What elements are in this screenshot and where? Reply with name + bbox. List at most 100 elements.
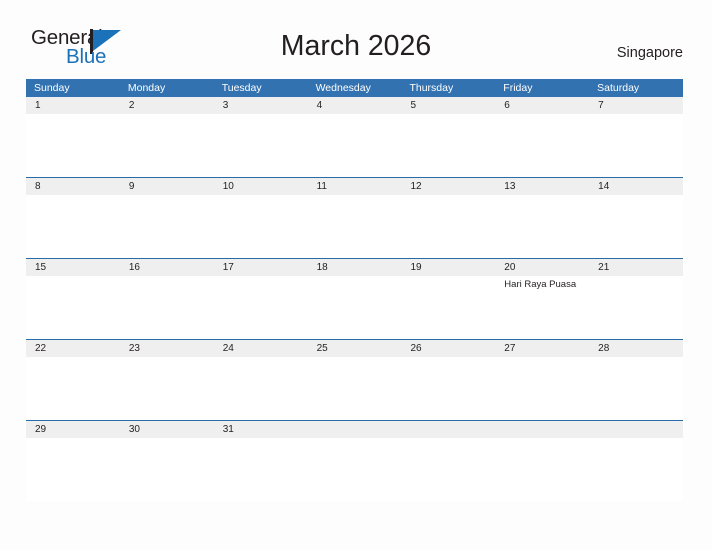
- day-number-empty: [495, 421, 589, 438]
- day-cell-21[interactable]: [589, 276, 684, 339]
- day-event-area: [26, 195, 684, 258]
- day-cell-31[interactable]: [213, 438, 308, 501]
- calendar-week-row: 8 9 10 11 12 13 14: [26, 177, 684, 258]
- calendar-week-row: 15 16 17 18 19 20 21 Hari Raya Puasa: [26, 258, 684, 339]
- day-number-strip: 29 30 31: [26, 421, 683, 438]
- calendar-week-row: 29 30 31: [26, 420, 684, 501]
- day-number-26[interactable]: 26: [401, 340, 495, 357]
- day-cell-18[interactable]: [307, 276, 402, 339]
- day-number-strip: 22 23 24 25 26 27 28: [26, 340, 683, 357]
- day-number-strip: 15 16 17 18 19 20 21: [26, 259, 683, 276]
- day-number-empty: [308, 421, 402, 438]
- day-cell-10[interactable]: [213, 195, 308, 258]
- weekday-header-saturday: Saturday: [597, 82, 640, 94]
- day-cell-8[interactable]: [26, 195, 120, 258]
- day-number-16[interactable]: 16: [120, 259, 214, 276]
- day-cell-empty: [307, 438, 402, 501]
- day-cell-9[interactable]: [119, 195, 214, 258]
- day-number-27[interactable]: 27: [495, 340, 589, 357]
- weekday-header-sunday: Sunday: [34, 82, 70, 94]
- day-number-13[interactable]: 13: [495, 178, 589, 195]
- page-header: General Blue March 2026 Singapore: [0, 0, 712, 78]
- weekday-header-tuesday: Tuesday: [221, 82, 262, 94]
- day-number-9[interactable]: 9: [120, 178, 214, 195]
- day-number-3[interactable]: 3: [214, 97, 308, 114]
- day-number-28[interactable]: 28: [589, 340, 683, 357]
- day-event-area: [26, 114, 684, 177]
- day-number-29[interactable]: 29: [26, 421, 120, 438]
- day-cell-23[interactable]: [119, 357, 214, 420]
- weekday-header-thursday: Thursday: [409, 82, 454, 94]
- day-number-empty: [401, 421, 495, 438]
- day-cell-27[interactable]: [495, 357, 590, 420]
- day-cell-20[interactable]: Hari Raya Puasa: [495, 276, 590, 339]
- day-cell-22[interactable]: [26, 357, 120, 420]
- day-cell-28[interactable]: [589, 357, 684, 420]
- day-number-1[interactable]: 1: [26, 97, 120, 114]
- day-number-31[interactable]: 31: [214, 421, 308, 438]
- day-event-area: [26, 357, 684, 420]
- day-number-21[interactable]: 21: [589, 259, 683, 276]
- day-cell-16[interactable]: [119, 276, 214, 339]
- day-number-18[interactable]: 18: [308, 259, 402, 276]
- day-number-strip: 8 9 10 11 12 13 14: [26, 178, 683, 195]
- calendar-week-row: 1234567: [26, 97, 684, 177]
- day-number-2[interactable]: 2: [120, 97, 214, 114]
- day-number-5[interactable]: 5: [401, 97, 495, 114]
- day-cell-14[interactable]: [589, 195, 684, 258]
- calendar-week-row: 22 23 24 25 26 27 28: [26, 339, 684, 420]
- day-number-22[interactable]: 22: [26, 340, 120, 357]
- day-cell-24[interactable]: [213, 357, 308, 420]
- weekday-header-monday: Monday: [127, 82, 166, 94]
- calendar-weeks: 1 2 3 4 5 6 7 8 9 10 11 12 13 14 15 16 17 18 19 20 21 Hari Ra…: [26, 97, 684, 501]
- day-number-4[interactable]: 4: [308, 97, 402, 114]
- day-cell-13[interactable]: [495, 195, 590, 258]
- day-number-20[interactable]: 20: [495, 259, 589, 276]
- page-title: March 2026: [280, 30, 432, 62]
- day-cell-5[interactable]: [401, 114, 496, 177]
- event-label: Hari Raya Puasa: [504, 279, 577, 290]
- calendar-grid: Sunday Monday Tuesday Wednesday Thursday Frid…: [26, 79, 684, 501]
- day-number-12[interactable]: 12: [401, 178, 495, 195]
- day-cell-29[interactable]: [26, 438, 120, 501]
- calendar-page: General Blue March 2026 Singapore Sunday…: [0, 0, 712, 550]
- day-cell-15[interactable]: [26, 276, 120, 339]
- day-cell-30[interactable]: [119, 438, 214, 501]
- day-cell-2[interactable]: [119, 114, 214, 177]
- day-number-10[interactable]: 10: [214, 178, 308, 195]
- day-cell-4[interactable]: [307, 114, 402, 177]
- day-cell-25[interactable]: [307, 357, 402, 420]
- day-number-19[interactable]: 19: [401, 259, 495, 276]
- day-cell-empty: [589, 438, 684, 501]
- day-number-15[interactable]: 15: [26, 259, 120, 276]
- weekday-header-wednesday: Wednesday: [315, 82, 371, 94]
- day-cell-1[interactable]: [26, 114, 120, 177]
- weekday-header-row: Sunday Monday Tuesday Wednesday Thursday Frid…: [26, 79, 683, 97]
- day-number-strip: 1234567: [26, 97, 683, 114]
- day-cell-6[interactable]: [495, 114, 590, 177]
- day-number-23[interactable]: 23: [120, 340, 214, 357]
- day-number-empty: [589, 421, 683, 438]
- day-cell-11[interactable]: [307, 195, 402, 258]
- day-number-7[interactable]: 7: [589, 97, 683, 114]
- day-cell-26[interactable]: [401, 357, 496, 420]
- day-cell-12[interactable]: [401, 195, 496, 258]
- day-number-11[interactable]: 11: [308, 178, 402, 195]
- region-label: Singapore: [616, 45, 683, 61]
- day-number-14[interactable]: 14: [589, 178, 683, 195]
- weekday-header-friday: Friday: [503, 82, 533, 94]
- day-cell-3[interactable]: [213, 114, 308, 177]
- day-number-8[interactable]: 8: [26, 178, 120, 195]
- day-cell-7[interactable]: [589, 114, 684, 177]
- day-event-area: Hari Raya Puasa: [26, 276, 684, 339]
- day-event-area: [26, 438, 684, 501]
- day-number-30[interactable]: 30: [120, 421, 214, 438]
- day-cell-19[interactable]: [401, 276, 496, 339]
- day-cell-empty: [495, 438, 590, 501]
- day-number-24[interactable]: 24: [214, 340, 308, 357]
- day-cell-empty: [401, 438, 496, 501]
- day-cell-17[interactable]: [213, 276, 308, 339]
- day-number-25[interactable]: 25: [308, 340, 402, 357]
- day-number-17[interactable]: 17: [214, 259, 308, 276]
- day-number-6[interactable]: 6: [495, 97, 589, 114]
